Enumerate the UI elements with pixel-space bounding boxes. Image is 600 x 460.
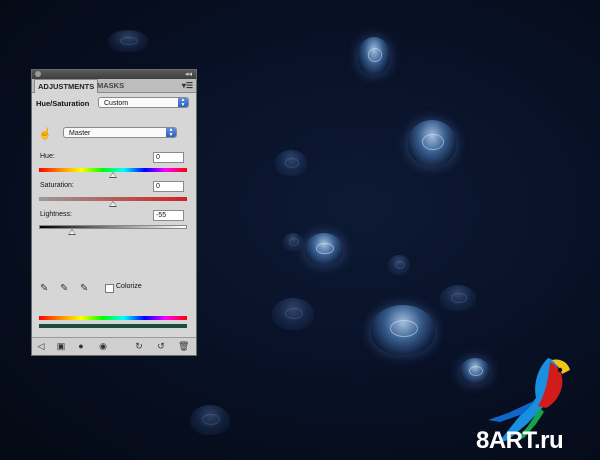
saturation-input[interactable]: 0 xyxy=(153,181,184,192)
preset-select-value: Custom xyxy=(104,100,129,107)
select-arrows-icon: ▲ ▼ xyxy=(166,128,176,137)
tab-masks[interactable]: MASKS xyxy=(94,79,127,92)
eyedropper-icon[interactable]: ✎ xyxy=(40,283,50,294)
eyedropper-minus-icon[interactable]: ✎ xyxy=(80,283,90,294)
lightness-label: Lightness: xyxy=(40,211,72,218)
panel-footer: ◁ ▣ ● ◉ ↻ ↺ 🗑 xyxy=(32,337,196,355)
select-arrows-icon: ▲ ▼ xyxy=(178,98,188,107)
lightness-slider-track[interactable] xyxy=(39,225,187,229)
visibility-mask-icon[interactable]: ● xyxy=(76,341,86,351)
panel-menu-icon[interactable]: ▾☰ xyxy=(182,81,193,90)
watermark-text: 8ART.ru xyxy=(476,427,564,454)
jellyfish xyxy=(283,233,303,251)
hue-label: Hue: xyxy=(40,153,55,160)
jellyfish xyxy=(371,305,435,355)
close-icon[interactable] xyxy=(35,71,41,77)
colorize-checkbox[interactable] xyxy=(105,284,114,293)
lightness-slider-thumb[interactable] xyxy=(68,229,77,235)
adjustment-title: Hue/Saturation xyxy=(36,99,90,108)
back-arrow-icon[interactable]: ◁ xyxy=(36,341,46,351)
previous-state-icon[interactable]: ↻ xyxy=(134,341,144,351)
saturation-label: Saturation: xyxy=(40,182,74,189)
tab-adjustments[interactable]: ADJUSTMENTS xyxy=(34,79,99,93)
eyedropper-plus-icon[interactable]: ✎ xyxy=(60,283,70,294)
panel-titlebar[interactable]: ◂◂ xyxy=(32,70,196,79)
hand-target-icon[interactable]: ☝ xyxy=(38,128,52,140)
clip-layer-icon[interactable]: ▣ xyxy=(56,341,66,351)
jellyfish xyxy=(388,255,410,275)
panel-tabs: ADJUSTMENTS MASKS ▾☰ xyxy=(32,79,196,93)
jellyfish xyxy=(275,150,307,176)
hue-input[interactable]: 0 xyxy=(153,152,184,163)
colorize-label: Colorize xyxy=(116,283,142,290)
channel-select-value: Master xyxy=(69,130,91,137)
channel-select[interactable]: Master ▲ ▼ xyxy=(63,127,177,138)
jellyfish xyxy=(440,285,476,311)
preset-select[interactable]: Custom ▲ ▼ xyxy=(98,97,189,108)
reset-icon[interactable]: ↺ xyxy=(156,341,166,351)
jellyfish xyxy=(108,30,148,52)
collapse-icon[interactable]: ◂◂ xyxy=(185,70,192,79)
output-color-spectrum xyxy=(39,324,187,328)
jellyfish xyxy=(408,120,456,166)
hue-slider-thumb[interactable] xyxy=(109,172,117,178)
eye-icon[interactable]: ◉ xyxy=(98,341,108,351)
saturation-slider-thumb[interactable] xyxy=(109,201,117,207)
jellyfish xyxy=(358,37,390,75)
input-color-spectrum xyxy=(39,316,187,320)
jellyfish xyxy=(272,298,314,330)
jellyfish xyxy=(305,233,343,265)
adjustments-panel: ◂◂ ADJUSTMENTS MASKS ▾☰ Hue/Saturation C… xyxy=(31,69,197,356)
lightness-input[interactable]: -55 xyxy=(153,210,184,221)
jellyfish xyxy=(190,405,230,435)
trash-icon[interactable]: 🗑 xyxy=(178,341,189,351)
